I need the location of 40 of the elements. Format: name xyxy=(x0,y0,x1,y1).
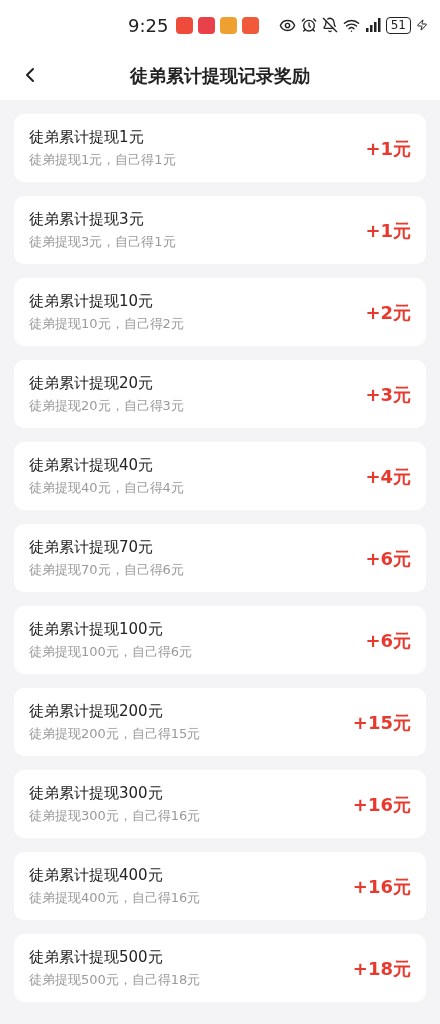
reward-detail: 徒弟提现20元，自己得3元 xyxy=(29,397,185,415)
reward-amount: +15元 xyxy=(352,710,411,735)
reward-amount: +16元 xyxy=(352,792,411,817)
reward-title: 徒弟累计提现500元 xyxy=(29,947,164,967)
reward-detail: 徒弟提现10元，自己得2元 xyxy=(29,315,185,333)
reward-title: 徒弟累计提现300元 xyxy=(29,783,164,803)
reward-amount: +6元 xyxy=(365,546,411,571)
reward-title: 徒弟累计提现3元 xyxy=(29,209,145,229)
reward-detail: 徒弟提现300元，自己得16元 xyxy=(29,807,202,825)
reward-detail: 徒弟提现100元，自己得6元 xyxy=(29,643,194,661)
status-time: 9:25 xyxy=(128,13,169,38)
mute-icon xyxy=(321,17,338,33)
reward-detail: 徒弟提现70元，自己得6元 xyxy=(29,561,185,579)
reward-amount: +4元 xyxy=(365,464,411,489)
reward-title: 徒弟累计提现10元 xyxy=(29,291,155,311)
reward-detail: 徒弟提现200元，自己得15元 xyxy=(29,725,202,743)
reward-amount: +2元 xyxy=(365,300,411,325)
reward-title: 徒弟累计提现1元 xyxy=(29,127,145,147)
alarm-icon xyxy=(300,17,317,33)
reward-amount: +18元 xyxy=(352,956,411,981)
reward-detail: 徒弟提现3元，自己得1元 xyxy=(29,233,177,251)
reward-detail: 徒弟提现1元，自己得1元 xyxy=(29,151,177,169)
reward-amount: +6元 xyxy=(365,628,411,653)
reward-detail: 徒弟提现400元，自己得16元 xyxy=(29,889,202,907)
reward-detail: 徒弟提现40元，自己得4元 xyxy=(29,479,185,497)
reward-title: 徒弟累计提现400元 xyxy=(29,865,164,885)
signal-icon xyxy=(364,18,381,32)
reward-title: 徒弟累计提现200元 xyxy=(29,701,164,721)
reward-amount: +1元 xyxy=(365,218,411,243)
reward-detail: 徒弟提现500元，自己得18元 xyxy=(29,971,202,989)
reward-title: 徒弟累计提现40元 xyxy=(29,455,155,475)
reward-amount: +1元 xyxy=(365,136,411,161)
battery-level: 51 xyxy=(385,16,411,34)
reward-amount: +16元 xyxy=(352,874,411,899)
charging-icon xyxy=(416,19,428,31)
reward-title: 徒弟累计提现100元 xyxy=(29,619,164,639)
page-title: 徒弟累计提现记录奖励 xyxy=(130,63,310,88)
reward-title: 徒弟累计提现20元 xyxy=(29,373,155,393)
reward-title: 徒弟累计提现70元 xyxy=(29,537,155,557)
reward-amount: +3元 xyxy=(365,382,411,407)
